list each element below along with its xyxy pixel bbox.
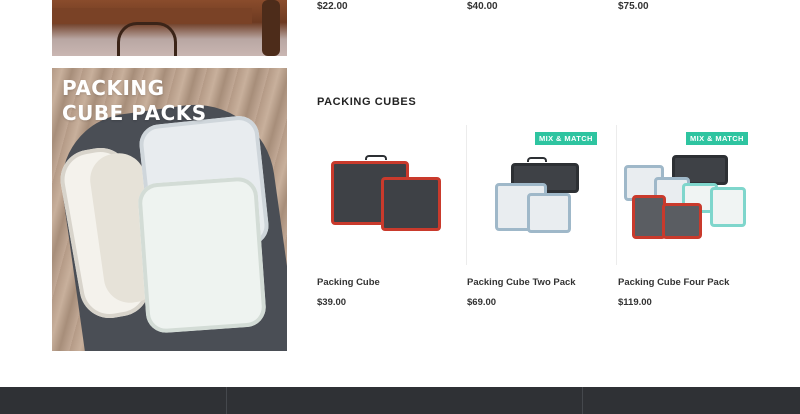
product-image[interactable] [317,125,457,265]
card-divider [616,125,617,265]
footer-divider [226,387,227,414]
section-title: PACKING CUBES [317,96,417,108]
product-name[interactable]: Packing Cube [317,277,380,288]
stool-shape [117,22,177,56]
product-price: $69.00 [467,297,497,308]
product-card[interactable]: Packing Cube $39.00 [317,125,467,315]
cube-shape [710,187,746,227]
cube-shape [632,195,666,239]
product-image[interactable] [618,125,758,265]
cube-shape [381,177,441,231]
footer-divider [582,387,583,414]
cube-shape [527,193,571,233]
mix-match-badge: MIX & MATCH [686,132,748,145]
product-image[interactable] [467,125,607,265]
table-leg [262,0,280,56]
cube-shape [662,203,702,239]
top-price-1: $22.00 [317,1,348,12]
product-name[interactable]: Packing Cube Four Pack [618,277,729,288]
footer-bar [0,387,800,414]
top-price-2: $40.00 [467,1,498,12]
top-price-3: $75.00 [618,1,649,12]
table-hero-image[interactable] [52,0,287,56]
packing-cube-shape-2 [136,175,268,335]
product-name[interactable]: Packing Cube Two Pack [467,277,576,288]
mix-match-badge: MIX & MATCH [535,132,597,145]
product-card[interactable]: MIX & MATCH Packing Cube Four Pack $119.… [618,125,758,315]
handle-shape [365,155,387,160]
packing-cube-packs-banner[interactable]: PACKING CUBE PACKS [52,68,287,351]
product-card[interactable]: MIX & MATCH Packing Cube Two Pack $69.00 [467,125,617,315]
banner-title: PACKING CUBE PACKS [62,76,207,125]
handle-shape [527,157,547,162]
product-price: $119.00 [618,297,652,308]
product-price: $39.00 [317,297,347,308]
